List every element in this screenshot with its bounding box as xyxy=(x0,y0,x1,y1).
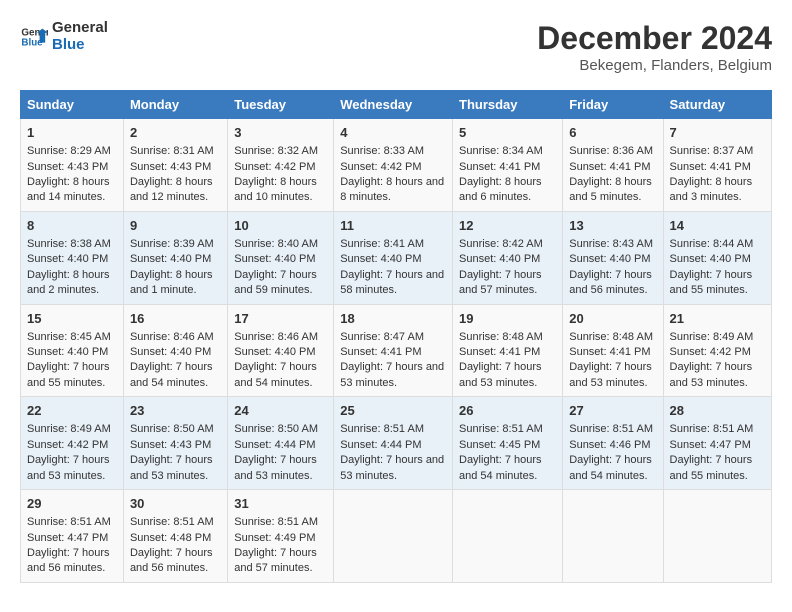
day-24: 24 Sunrise: 8:50 AMSunset: 4:44 PMDaylig… xyxy=(228,397,334,490)
day-23: 23 Sunrise: 8:50 AMSunset: 4:43 PMDaylig… xyxy=(123,397,227,490)
day-16: 16 Sunrise: 8:46 AMSunset: 4:40 PMDaylig… xyxy=(123,304,227,397)
col-wednesday: Wednesday xyxy=(334,91,453,119)
subtitle: Bekegem, Flanders, Belgium xyxy=(537,57,772,74)
day-14: 14 Sunrise: 8:44 AMSunset: 4:40 PMDaylig… xyxy=(663,211,771,304)
col-friday: Friday xyxy=(563,91,663,119)
col-thursday: Thursday xyxy=(453,91,563,119)
day-19: 19 Sunrise: 8:48 AMSunset: 4:41 PMDaylig… xyxy=(453,304,563,397)
day-8: 8 Sunrise: 8:38 AMSunset: 4:40 PMDayligh… xyxy=(21,211,124,304)
empty-cell-1 xyxy=(334,490,453,583)
day-10: 10 Sunrise: 8:40 AMSunset: 4:40 PMDaylig… xyxy=(228,211,334,304)
day-15: 15 Sunrise: 8:45 AMSunset: 4:40 PMDaylig… xyxy=(21,304,124,397)
main-title: December 2024 xyxy=(537,20,772,57)
day-20: 20 Sunrise: 8:48 AMSunset: 4:41 PMDaylig… xyxy=(563,304,663,397)
day-7: 7 Sunrise: 8:37 AMSunset: 4:41 PMDayligh… xyxy=(663,119,771,212)
day-11: 11 Sunrise: 8:41 AMSunset: 4:40 PMDaylig… xyxy=(334,211,453,304)
day-5: 5 Sunrise: 8:34 AMSunset: 4:41 PMDayligh… xyxy=(453,119,563,212)
day-28: 28 Sunrise: 8:51 AMSunset: 4:47 PMDaylig… xyxy=(663,397,771,490)
page-header: General Blue General Blue December 2024 … xyxy=(20,20,772,74)
empty-cell-2 xyxy=(453,490,563,583)
day-30: 30 Sunrise: 8:51 AMSunset: 4:48 PMDaylig… xyxy=(123,490,227,583)
day-9: 9 Sunrise: 8:39 AMSunset: 4:40 PMDayligh… xyxy=(123,211,227,304)
empty-cell-4 xyxy=(663,490,771,583)
day-6: 6 Sunrise: 8:36 AMSunset: 4:41 PMDayligh… xyxy=(563,119,663,212)
logo-line2: Blue xyxy=(52,37,108,54)
col-sunday: Sunday xyxy=(21,91,124,119)
title-block: December 2024 Bekegem, Flanders, Belgium xyxy=(537,20,772,74)
day-12: 12 Sunrise: 8:42 AMSunset: 4:40 PMDaylig… xyxy=(453,211,563,304)
day-1: 1 Sunrise: 8:29 AMSunset: 4:43 PMDayligh… xyxy=(21,119,124,212)
logo: General Blue General Blue xyxy=(20,20,108,53)
day-27: 27 Sunrise: 8:51 AMSunset: 4:46 PMDaylig… xyxy=(563,397,663,490)
empty-cell-3 xyxy=(563,490,663,583)
logo-icon: General Blue xyxy=(20,23,48,51)
day-31: 31 Sunrise: 8:51 AMSunset: 4:49 PMDaylig… xyxy=(228,490,334,583)
day-18: 18 Sunrise: 8:47 AMSunset: 4:41 PMDaylig… xyxy=(334,304,453,397)
day-17: 17 Sunrise: 8:46 AMSunset: 4:40 PMDaylig… xyxy=(228,304,334,397)
col-saturday: Saturday xyxy=(663,91,771,119)
day-3: 3 Sunrise: 8:32 AMSunset: 4:42 PMDayligh… xyxy=(228,119,334,212)
day-25: 25 Sunrise: 8:51 AMSunset: 4:44 PMDaylig… xyxy=(334,397,453,490)
day-22: 22 Sunrise: 8:49 AMSunset: 4:42 PMDaylig… xyxy=(21,397,124,490)
day-21: 21 Sunrise: 8:49 AMSunset: 4:42 PMDaylig… xyxy=(663,304,771,397)
calendar-table: Sunday Monday Tuesday Wednesday Thursday… xyxy=(20,90,772,583)
day-2: 2 Sunrise: 8:31 AMSunset: 4:43 PMDayligh… xyxy=(123,119,227,212)
header-row: Sunday Monday Tuesday Wednesday Thursday… xyxy=(21,91,772,119)
day-26: 26 Sunrise: 8:51 AMSunset: 4:45 PMDaylig… xyxy=(453,397,563,490)
week-row-4: 22 Sunrise: 8:49 AMSunset: 4:42 PMDaylig… xyxy=(21,397,772,490)
day-4: 4 Sunrise: 8:33 AMSunset: 4:42 PMDayligh… xyxy=(334,119,453,212)
week-row-3: 15 Sunrise: 8:45 AMSunset: 4:40 PMDaylig… xyxy=(21,304,772,397)
week-row-2: 8 Sunrise: 8:38 AMSunset: 4:40 PMDayligh… xyxy=(21,211,772,304)
logo-line1: General xyxy=(52,20,108,37)
day-29: 29 Sunrise: 8:51 AMSunset: 4:47 PMDaylig… xyxy=(21,490,124,583)
day-13: 13 Sunrise: 8:43 AMSunset: 4:40 PMDaylig… xyxy=(563,211,663,304)
col-monday: Monday xyxy=(123,91,227,119)
week-row-5: 29 Sunrise: 8:51 AMSunset: 4:47 PMDaylig… xyxy=(21,490,772,583)
col-tuesday: Tuesday xyxy=(228,91,334,119)
week-row-1: 1 Sunrise: 8:29 AMSunset: 4:43 PMDayligh… xyxy=(21,119,772,212)
